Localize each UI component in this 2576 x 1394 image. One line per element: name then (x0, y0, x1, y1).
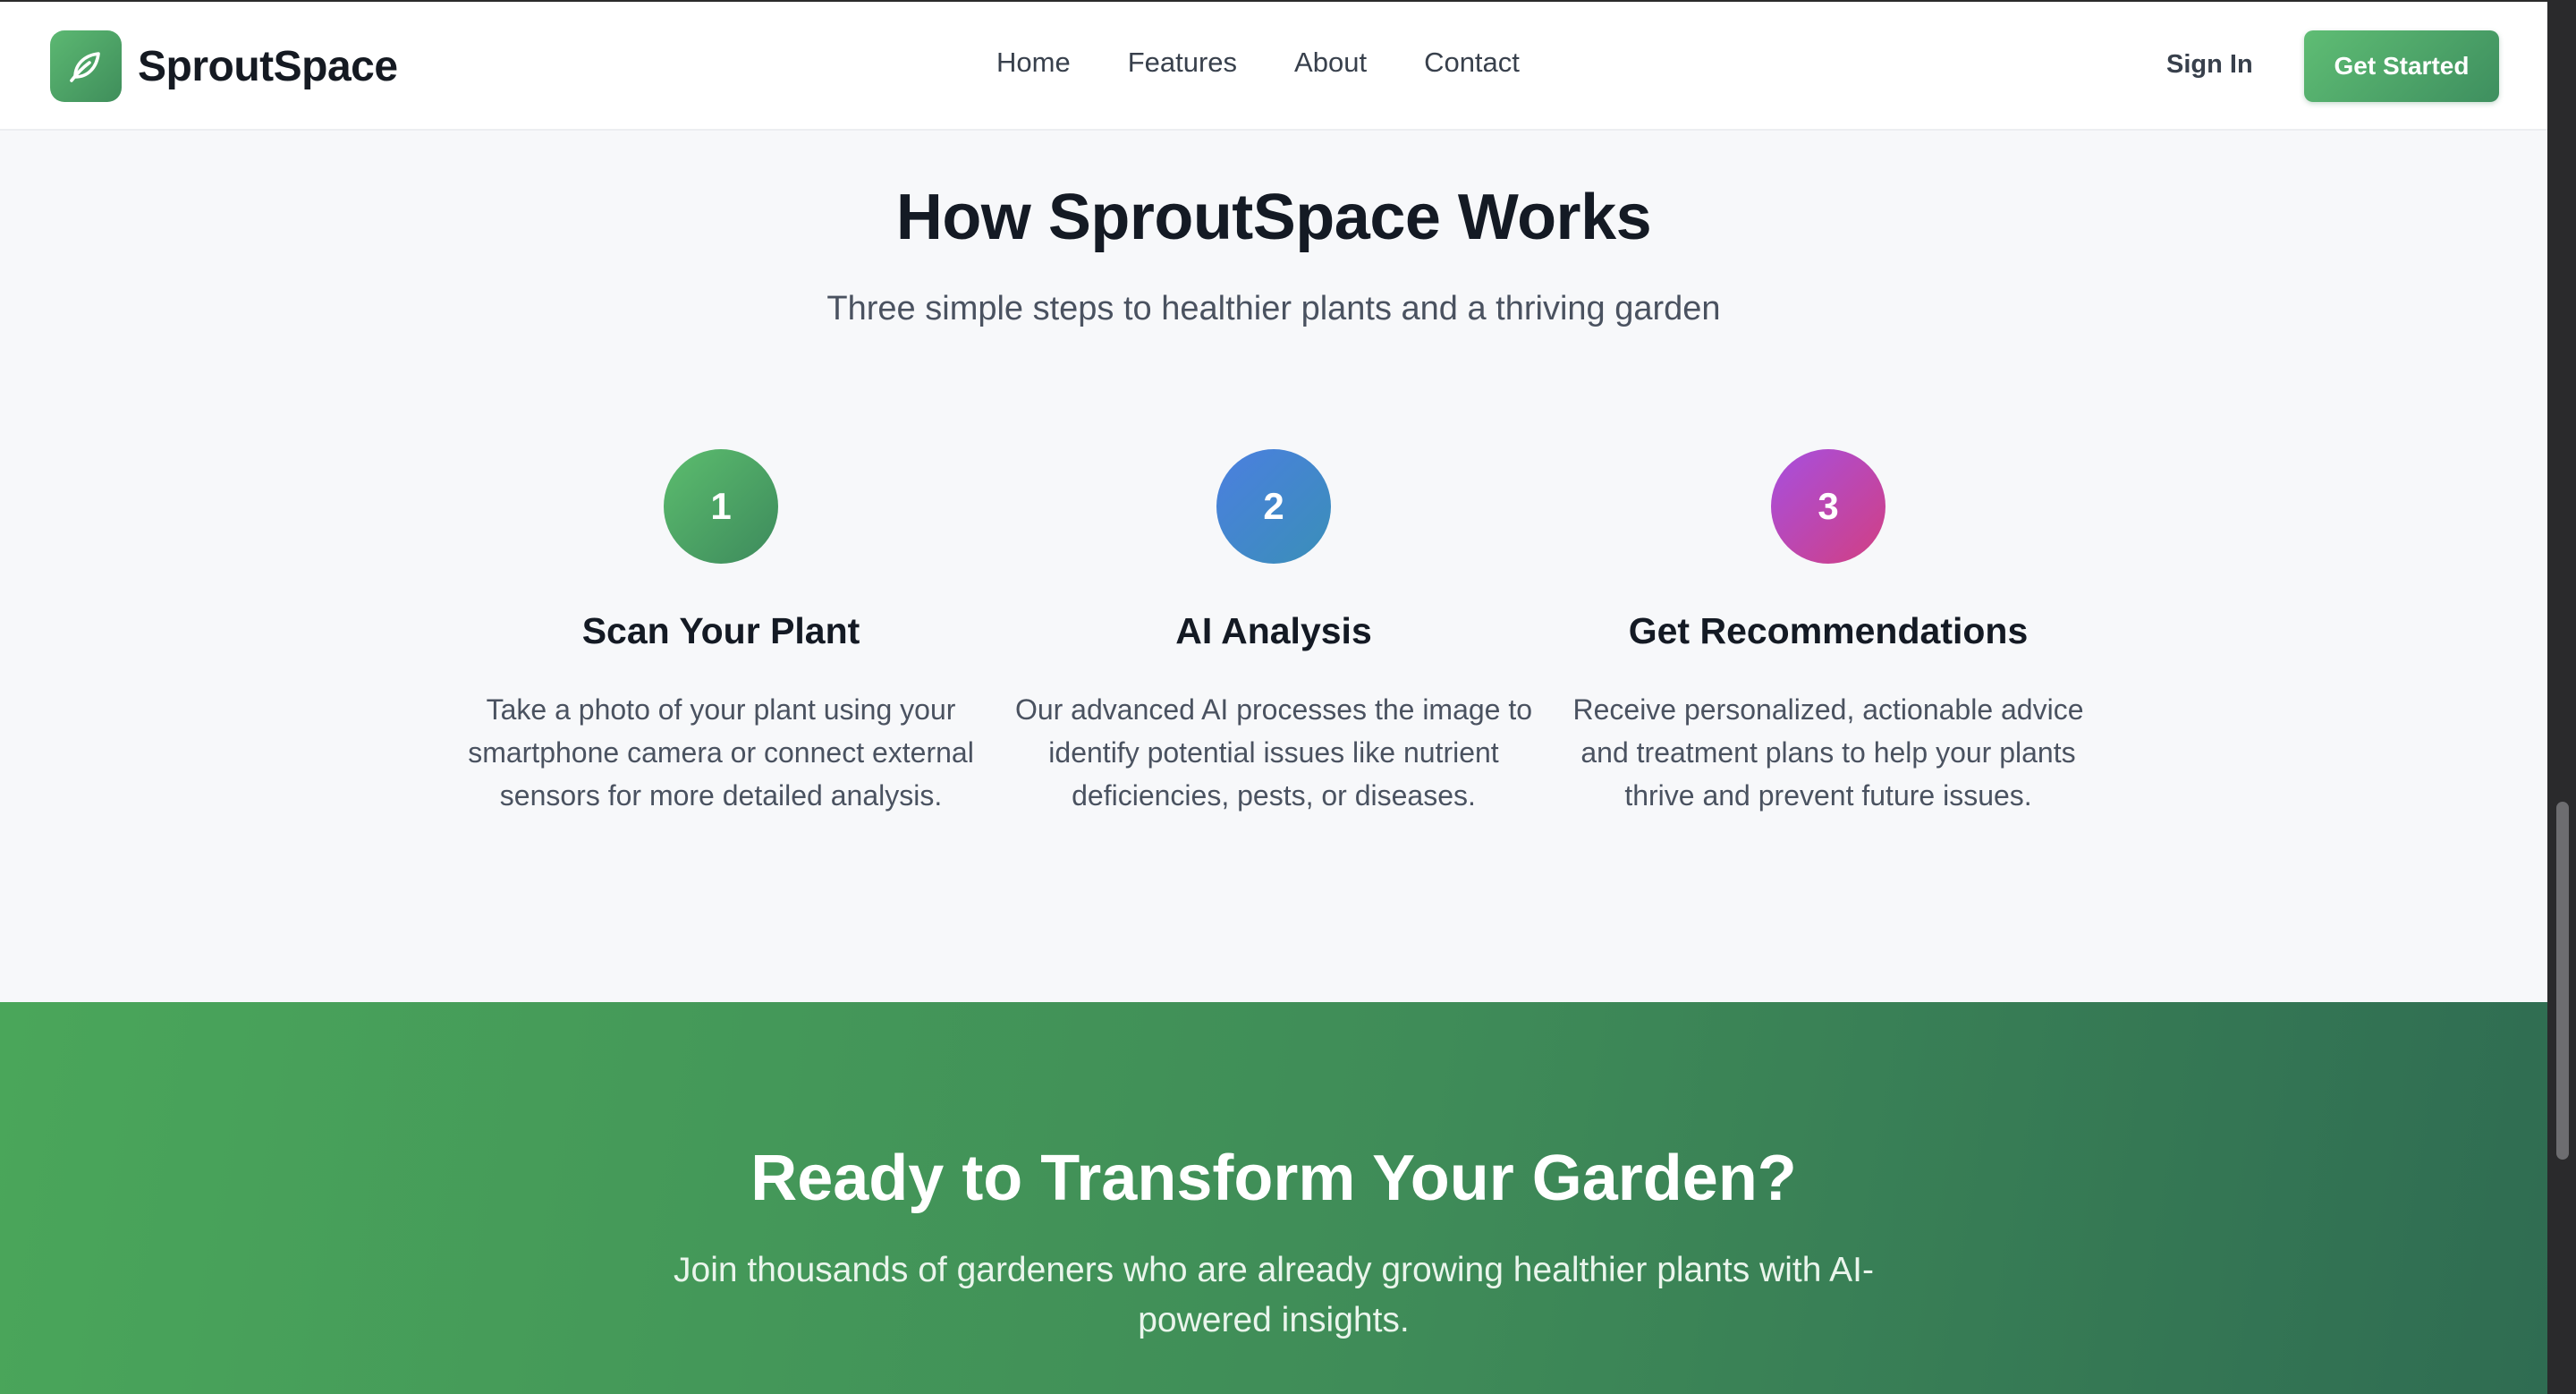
step-description: Take a photo of your plant using your sm… (468, 693, 974, 812)
leaf-icon (50, 30, 122, 102)
step-number-badge: 2 (1216, 449, 1331, 564)
get-started-button[interactable]: Get Started (2304, 30, 2499, 102)
nav-about[interactable]: About (1294, 47, 1367, 79)
step-title: Scan Your Plant (581, 610, 860, 651)
vertical-scrollbar[interactable] (2547, 0, 2576, 1394)
cta-subtitle: Join thousands of gardeners who are alre… (674, 1251, 1874, 1339)
section-subtitle: Three simple steps to healthier plants a… (826, 290, 1721, 327)
cta-title: Ready to Transform Your Garden? (750, 1143, 1797, 1214)
step-title: Get Recommendations (1628, 610, 2029, 651)
cta-section: Ready to Transform Your Garden? Join tho… (0, 1002, 2547, 1394)
site-header: SproutSpace Home Features About Contact … (0, 2, 2547, 131)
nav-contact[interactable]: Contact (1424, 47, 1520, 79)
brand[interactable]: SproutSpace (50, 30, 398, 102)
step-number-badge: 3 (1771, 449, 1885, 564)
step-card-1: 1 Scan Your Plant Take a photo of your p… (462, 449, 980, 817)
step-title: AI Analysis (1175, 610, 1372, 651)
step-card-2: 2 AI Analysis Our advanced AI processes … (1014, 449, 1533, 817)
browser-viewport: SproutSpace Home Features About Contact … (0, 0, 2547, 1394)
nav-home[interactable]: Home (996, 47, 1071, 79)
scrollbar-thumb[interactable] (2556, 802, 2569, 1160)
step-description: Receive personalized, actionable advice … (1572, 693, 2084, 812)
step-card-3: 3 Get Recommendations Receive personaliz… (1569, 449, 2088, 817)
section-title: How SproutSpace Works (895, 182, 1652, 253)
sign-in-link[interactable]: Sign In (2166, 50, 2253, 80)
step-description: Our advanced AI processes the image to i… (1014, 693, 1533, 812)
main-nav: Home Features About Contact (996, 47, 1520, 79)
step-number-badge: 1 (664, 449, 778, 564)
nav-features[interactable]: Features (1128, 47, 1237, 79)
brand-name: SproutSpace (138, 42, 398, 90)
